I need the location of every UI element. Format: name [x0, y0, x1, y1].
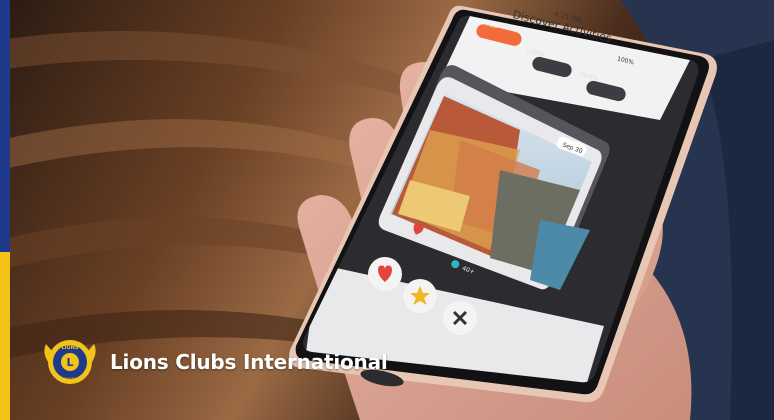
brand-lockup: L LIONS INTERNATIONAL Lions Clubs Intern…: [40, 332, 388, 392]
brand-color-strip: [0, 0, 10, 420]
logo-letter: L: [66, 356, 73, 369]
lions-logo-icon: L LIONS INTERNATIONAL: [44, 340, 96, 384]
brand-name: Lions Clubs International: [110, 350, 388, 374]
logo-text-bottom: INTERNATIONAL: [56, 377, 83, 381]
photo-stage: L LIONS INTERNATIONAL Lions Clubs Intern…: [0, 0, 774, 420]
logo-text-top: LIONS: [61, 345, 78, 351]
